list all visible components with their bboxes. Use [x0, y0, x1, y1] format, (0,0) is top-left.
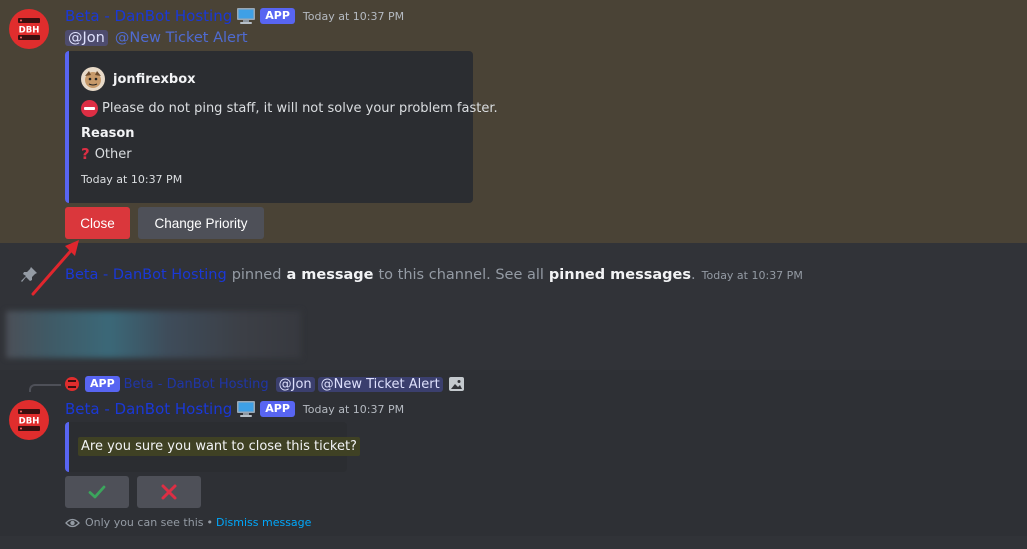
- ephemeral-text: Only you can see this: [85, 516, 204, 529]
- cross-icon: [161, 484, 177, 500]
- message-header-2: Beta - DanBot Hosting APP Today at 10:37…: [65, 398, 404, 420]
- question-mark-icon: ?: [81, 145, 90, 163]
- user-mention[interactable]: @Jon: [65, 30, 108, 46]
- system-author-name[interactable]: Beta - DanBot Hosting: [65, 267, 227, 283]
- checkmark-icon: [88, 485, 106, 499]
- confirm-button[interactable]: [65, 476, 129, 508]
- change-priority-button[interactable]: Change Priority: [138, 207, 264, 239]
- period-text: .: [691, 267, 696, 283]
- app-badge-2: APP: [260, 401, 295, 417]
- computer-icon: [236, 400, 256, 418]
- embed-field-value: ? Other: [81, 145, 132, 163]
- svg-text:DBH: DBH: [19, 26, 40, 36]
- embed-author-name[interactable]: jonfirexbox: [113, 72, 196, 87]
- message-timestamp[interactable]: Today at 10:37 PM: [303, 10, 404, 23]
- reply-preview[interactable]: APP Beta - DanBot Hosting @Jon @New Tick…: [65, 375, 464, 393]
- user-avatar[interactable]: [81, 67, 105, 91]
- pinned-text: pinned: [231, 267, 282, 283]
- reply-role-mention: @New Ticket Alert: [317, 376, 443, 392]
- reply-avatar: [65, 377, 79, 391]
- role-mention[interactable]: @New Ticket Alert: [115, 30, 248, 46]
- to-channel-text: to this channel. See all: [378, 267, 544, 283]
- embed-description-text: Please do not ping staff, it will not so…: [102, 100, 498, 116]
- reply-user-mention: @Jon: [275, 376, 315, 392]
- embed-field-value-text: Other: [94, 146, 132, 162]
- redacted-content: [6, 311, 301, 358]
- cancel-button[interactable]: [137, 476, 201, 508]
- ephemeral-note: Only you can see this • Dismiss message: [65, 516, 311, 529]
- embed-footer: Today at 10:37 PM: [81, 173, 183, 186]
- svg-text:DBH: DBH: [19, 417, 40, 427]
- reply-app-badge: APP: [85, 376, 120, 392]
- message-timestamp-2[interactable]: Today at 10:37 PM: [303, 403, 404, 416]
- bot-avatar[interactable]: DBH: [9, 9, 49, 49]
- embed-description: Please do not ping staff, it will not so…: [81, 99, 498, 117]
- system-timestamp[interactable]: Today at 10:37 PM: [702, 269, 803, 282]
- server-logo-icon: DBH: [18, 409, 40, 431]
- annotation-arrow-icon: [31, 240, 79, 296]
- author-name-2[interactable]: Beta - DanBot Hosting: [65, 400, 232, 418]
- dismiss-message-link[interactable]: Dismiss message: [216, 516, 311, 529]
- eye-icon: [65, 517, 80, 529]
- pinned-message-link[interactable]: a message: [286, 267, 373, 283]
- close-button[interactable]: Close: [65, 207, 130, 239]
- pinned-messages-link[interactable]: pinned messages: [549, 267, 691, 283]
- bot-avatar-2[interactable]: DBH: [9, 400, 49, 440]
- author-name[interactable]: Beta - DanBot Hosting: [65, 7, 232, 25]
- system-pin-message: Beta - DanBot Hosting pinned a message t…: [65, 264, 803, 286]
- no-entry-icon: [81, 99, 98, 117]
- reply-author-name[interactable]: Beta - DanBot Hosting: [124, 377, 269, 392]
- reply-spine: [29, 384, 61, 392]
- server-logo-icon: DBH: [18, 18, 40, 40]
- confirm-question: Are you sure you want to close this tick…: [78, 437, 360, 456]
- app-badge: APP: [260, 8, 295, 24]
- image-icon: [448, 377, 464, 391]
- discord-chat-view: DBH Beta - DanBot Hosting APP Today at 1…: [0, 0, 1027, 549]
- mention-line: @Jon @New Ticket Alert: [65, 27, 248, 49]
- embed-author: jonfirexbox: [81, 67, 196, 91]
- message-header: Beta - DanBot Hosting APP Today at 10:37…: [65, 5, 404, 27]
- computer-icon: [236, 7, 256, 25]
- embed-field-name: Reason: [81, 126, 135, 141]
- ephemeral-separator: •: [206, 516, 214, 529]
